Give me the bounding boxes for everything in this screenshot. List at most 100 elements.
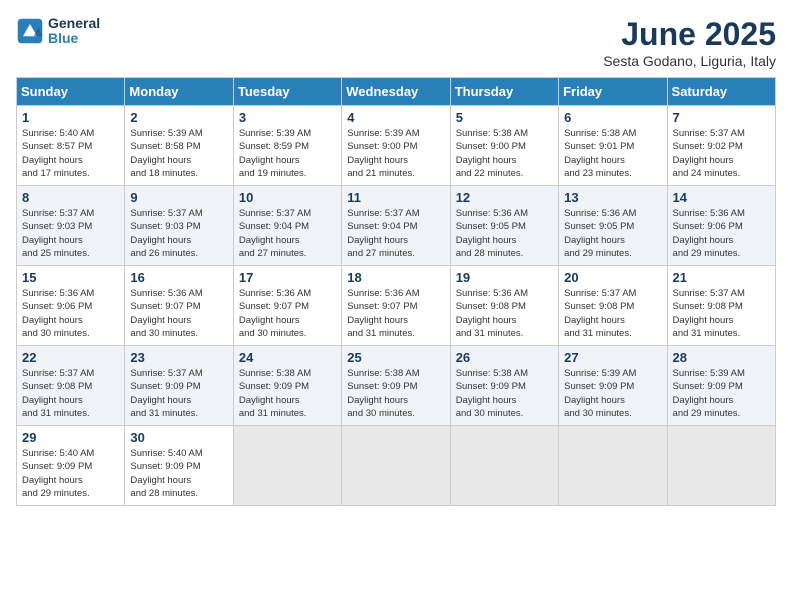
header-thursday: Thursday	[450, 78, 558, 106]
day-number: 1	[22, 110, 119, 125]
table-row: 9 Sunrise: 5:37 AM Sunset: 9:03 PM Dayli…	[125, 186, 233, 266]
cell-info: Sunrise: 5:37 AM Sunset: 9:04 PM Dayligh…	[347, 207, 444, 260]
calendar-week-row: 1 Sunrise: 5:40 AM Sunset: 8:57 PM Dayli…	[17, 106, 776, 186]
table-row: 11 Sunrise: 5:37 AM Sunset: 9:04 PM Dayl…	[342, 186, 450, 266]
table-row: 18 Sunrise: 5:36 AM Sunset: 9:07 PM Dayl…	[342, 266, 450, 346]
logo-text: General Blue	[48, 16, 100, 47]
table-row: 25 Sunrise: 5:38 AM Sunset: 9:09 PM Dayl…	[342, 346, 450, 426]
page-header: General Blue June 2025 Sesta Godano, Lig…	[16, 16, 776, 69]
table-row: 21 Sunrise: 5:37 AM Sunset: 9:08 PM Dayl…	[667, 266, 775, 346]
table-row: 8 Sunrise: 5:37 AM Sunset: 9:03 PM Dayli…	[17, 186, 125, 266]
table-row: 3 Sunrise: 5:39 AM Sunset: 8:59 PM Dayli…	[233, 106, 341, 186]
table-row: 12 Sunrise: 5:36 AM Sunset: 9:05 PM Dayl…	[450, 186, 558, 266]
day-number: 21	[673, 270, 770, 285]
day-number: 2	[130, 110, 227, 125]
logo-icon	[16, 17, 44, 45]
cell-info: Sunrise: 5:37 AM Sunset: 9:09 PM Dayligh…	[130, 367, 227, 420]
cell-info: Sunrise: 5:37 AM Sunset: 9:03 PM Dayligh…	[130, 207, 227, 260]
table-row: 28 Sunrise: 5:39 AM Sunset: 9:09 PM Dayl…	[667, 346, 775, 426]
header-wednesday: Wednesday	[342, 78, 450, 106]
table-row: 24 Sunrise: 5:38 AM Sunset: 9:09 PM Dayl…	[233, 346, 341, 426]
day-number: 17	[239, 270, 336, 285]
header-friday: Friday	[559, 78, 667, 106]
day-number: 10	[239, 190, 336, 205]
calendar-week-row: 15 Sunrise: 5:36 AM Sunset: 9:06 PM Dayl…	[17, 266, 776, 346]
cell-info: Sunrise: 5:36 AM Sunset: 9:07 PM Dayligh…	[130, 287, 227, 340]
logo-line1: General	[48, 16, 100, 31]
day-number: 29	[22, 430, 119, 445]
cell-info: Sunrise: 5:39 AM Sunset: 9:09 PM Dayligh…	[564, 367, 661, 420]
calendar-subtitle: Sesta Godano, Liguria, Italy	[603, 53, 776, 69]
calendar-week-row: 29 Sunrise: 5:40 AM Sunset: 9:09 PM Dayl…	[17, 426, 776, 506]
cell-info: Sunrise: 5:36 AM Sunset: 9:06 PM Dayligh…	[22, 287, 119, 340]
cell-info: Sunrise: 5:36 AM Sunset: 9:05 PM Dayligh…	[564, 207, 661, 260]
day-number: 16	[130, 270, 227, 285]
cell-info: Sunrise: 5:39 AM Sunset: 8:58 PM Dayligh…	[130, 127, 227, 180]
days-header-row: Sunday Monday Tuesday Wednesday Thursday…	[17, 78, 776, 106]
calendar-week-row: 8 Sunrise: 5:37 AM Sunset: 9:03 PM Dayli…	[17, 186, 776, 266]
cell-info: Sunrise: 5:38 AM Sunset: 9:09 PM Dayligh…	[456, 367, 553, 420]
day-number: 5	[456, 110, 553, 125]
logo: General Blue	[16, 16, 100, 47]
table-row: 10 Sunrise: 5:37 AM Sunset: 9:04 PM Dayl…	[233, 186, 341, 266]
header-monday: Monday	[125, 78, 233, 106]
table-row: 14 Sunrise: 5:36 AM Sunset: 9:06 PM Dayl…	[667, 186, 775, 266]
day-number: 7	[673, 110, 770, 125]
cell-info: Sunrise: 5:36 AM Sunset: 9:08 PM Dayligh…	[456, 287, 553, 340]
table-row: 26 Sunrise: 5:38 AM Sunset: 9:09 PM Dayl…	[450, 346, 558, 426]
day-number: 23	[130, 350, 227, 365]
title-area: June 2025 Sesta Godano, Liguria, Italy	[603, 16, 776, 69]
day-number: 13	[564, 190, 661, 205]
cell-info: Sunrise: 5:36 AM Sunset: 9:07 PM Dayligh…	[239, 287, 336, 340]
cell-info: Sunrise: 5:38 AM Sunset: 9:09 PM Dayligh…	[239, 367, 336, 420]
logo-line2: Blue	[48, 31, 100, 46]
cell-info: Sunrise: 5:37 AM Sunset: 9:03 PM Dayligh…	[22, 207, 119, 260]
day-number: 9	[130, 190, 227, 205]
header-tuesday: Tuesday	[233, 78, 341, 106]
cell-info: Sunrise: 5:38 AM Sunset: 9:00 PM Dayligh…	[456, 127, 553, 180]
day-number: 8	[22, 190, 119, 205]
day-number: 4	[347, 110, 444, 125]
cell-info: Sunrise: 5:38 AM Sunset: 9:09 PM Dayligh…	[347, 367, 444, 420]
day-number: 27	[564, 350, 661, 365]
table-row: 5 Sunrise: 5:38 AM Sunset: 9:00 PM Dayli…	[450, 106, 558, 186]
cell-info: Sunrise: 5:37 AM Sunset: 9:08 PM Dayligh…	[673, 287, 770, 340]
table-row: 27 Sunrise: 5:39 AM Sunset: 9:09 PM Dayl…	[559, 346, 667, 426]
table-row	[667, 426, 775, 506]
cell-info: Sunrise: 5:36 AM Sunset: 9:06 PM Dayligh…	[673, 207, 770, 260]
table-row	[342, 426, 450, 506]
cell-info: Sunrise: 5:36 AM Sunset: 9:05 PM Dayligh…	[456, 207, 553, 260]
day-number: 20	[564, 270, 661, 285]
table-row: 29 Sunrise: 5:40 AM Sunset: 9:09 PM Dayl…	[17, 426, 125, 506]
cell-info: Sunrise: 5:38 AM Sunset: 9:01 PM Dayligh…	[564, 127, 661, 180]
table-row: 15 Sunrise: 5:36 AM Sunset: 9:06 PM Dayl…	[17, 266, 125, 346]
table-row: 23 Sunrise: 5:37 AM Sunset: 9:09 PM Dayl…	[125, 346, 233, 426]
day-number: 6	[564, 110, 661, 125]
table-row: 6 Sunrise: 5:38 AM Sunset: 9:01 PM Dayli…	[559, 106, 667, 186]
cell-info: Sunrise: 5:37 AM Sunset: 9:04 PM Dayligh…	[239, 207, 336, 260]
day-number: 22	[22, 350, 119, 365]
table-row	[559, 426, 667, 506]
calendar-title: June 2025	[603, 16, 776, 53]
cell-info: Sunrise: 5:37 AM Sunset: 9:02 PM Dayligh…	[673, 127, 770, 180]
cell-info: Sunrise: 5:40 AM Sunset: 8:57 PM Dayligh…	[22, 127, 119, 180]
day-number: 19	[456, 270, 553, 285]
cell-info: Sunrise: 5:40 AM Sunset: 9:09 PM Dayligh…	[22, 447, 119, 500]
day-number: 28	[673, 350, 770, 365]
day-number: 18	[347, 270, 444, 285]
cell-info: Sunrise: 5:39 AM Sunset: 9:00 PM Dayligh…	[347, 127, 444, 180]
header-saturday: Saturday	[667, 78, 775, 106]
day-number: 30	[130, 430, 227, 445]
table-row: 20 Sunrise: 5:37 AM Sunset: 9:08 PM Dayl…	[559, 266, 667, 346]
cell-info: Sunrise: 5:36 AM Sunset: 9:07 PM Dayligh…	[347, 287, 444, 340]
cell-info: Sunrise: 5:39 AM Sunset: 8:59 PM Dayligh…	[239, 127, 336, 180]
table-row	[450, 426, 558, 506]
table-row: 22 Sunrise: 5:37 AM Sunset: 9:08 PM Dayl…	[17, 346, 125, 426]
table-row: 17 Sunrise: 5:36 AM Sunset: 9:07 PM Dayl…	[233, 266, 341, 346]
day-number: 25	[347, 350, 444, 365]
table-row: 4 Sunrise: 5:39 AM Sunset: 9:00 PM Dayli…	[342, 106, 450, 186]
calendar-week-row: 22 Sunrise: 5:37 AM Sunset: 9:08 PM Dayl…	[17, 346, 776, 426]
table-row: 19 Sunrise: 5:36 AM Sunset: 9:08 PM Dayl…	[450, 266, 558, 346]
day-number: 12	[456, 190, 553, 205]
day-number: 24	[239, 350, 336, 365]
